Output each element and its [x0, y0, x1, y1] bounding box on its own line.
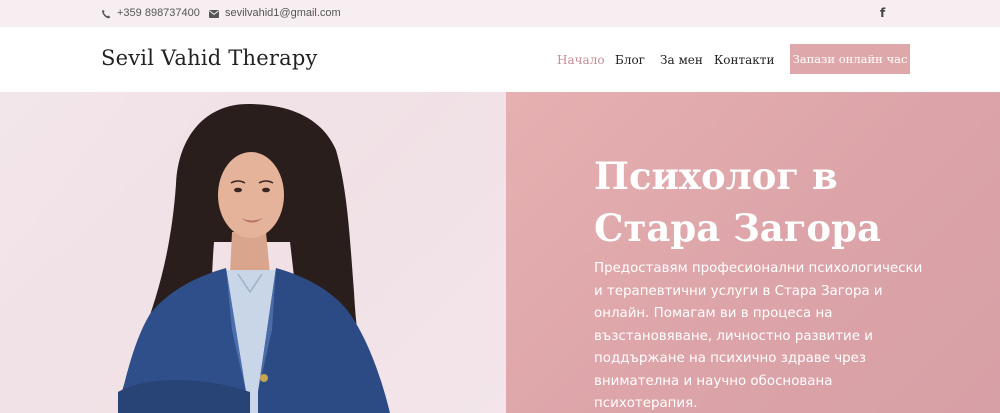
nav-contacts[interactable]: Контакти — [714, 53, 774, 67]
email-contact[interactable]: sevilvahid1@gmail.com — [209, 7, 341, 20]
facebook-icon[interactable]: f — [880, 6, 885, 20]
phone-number: +359 898737400 — [117, 7, 200, 19]
phone-contact[interactable]: +359 898737400 — [101, 7, 200, 20]
book-online-session-button[interactable]: Запази онлайн час — [790, 44, 910, 74]
phone-icon — [102, 9, 111, 18]
nav-blog[interactable]: Блог — [615, 53, 645, 67]
site-logo[interactable]: Sevil Vahid Therapy — [101, 46, 318, 70]
nav-home[interactable]: Начало — [557, 53, 605, 67]
envelope-icon — [209, 9, 219, 18]
therapist-portrait-illustration — [0, 92, 506, 413]
hero-title: Психолог в Стара Загора — [594, 154, 881, 250]
nav-about[interactable]: За мен — [660, 53, 703, 67]
therapist-photo — [0, 92, 506, 413]
main-navigation: Sevil Vahid Therapy Начало Блог За мен К… — [0, 27, 1000, 92]
hero-text-panel: Психолог в Стара Загора Предоставям проф… — [506, 92, 1000, 413]
top-bar: +359 898737400 sevilvahid1@gmail.com f — [0, 0, 1000, 27]
email-address: sevilvahid1@gmail.com — [225, 7, 341, 19]
hero-section: Психолог в Стара Загора Предоставям проф… — [0, 92, 1000, 413]
hero-description: Предоставям професионални психологически… — [594, 261, 923, 411]
